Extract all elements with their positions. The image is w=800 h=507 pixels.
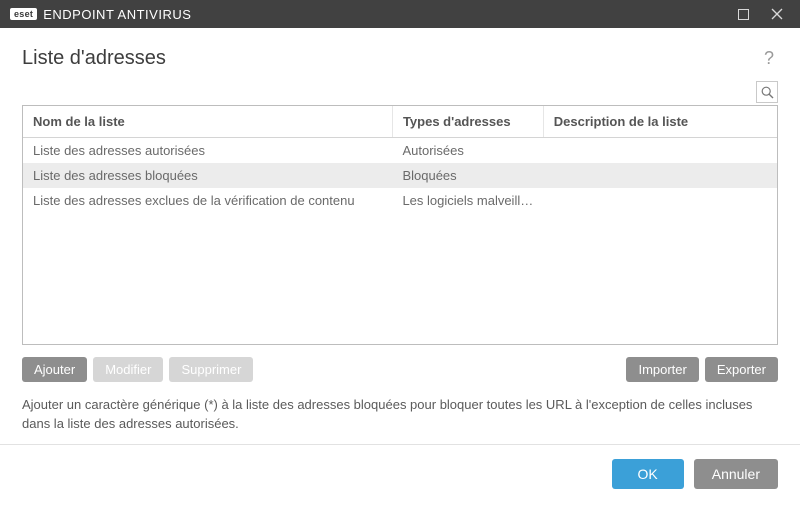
close-icon[interactable] [760,0,794,28]
search-icon[interactable] [756,81,778,103]
list-actions-row: Ajouter Modifier Supprimer Importer Expo… [22,357,778,382]
table-header-row: Nom de la liste Types d'adresses Descrip… [23,106,777,138]
import-button[interactable]: Importer [626,357,698,382]
dialog-footer: OK Annuler [0,444,800,507]
address-list-table: Nom de la liste Types d'adresses Descrip… [22,105,778,345]
ok-button[interactable]: OK [612,459,684,489]
col-name[interactable]: Nom de la liste [23,106,392,138]
table-row[interactable]: Liste des adresses autorisées Autorisées [23,138,777,164]
cell-desc [543,163,777,188]
cell-desc [543,138,777,164]
cell-name: Liste des adresses bloquées [23,163,392,188]
table-row[interactable]: Liste des adresses exclues de la vérific… [23,188,777,213]
cancel-button[interactable]: Annuler [694,459,778,489]
add-button[interactable]: Ajouter [22,357,87,382]
col-type[interactable]: Types d'adresses [392,106,543,138]
table-row[interactable]: Liste des adresses bloquées Bloquées [23,163,777,188]
col-desc[interactable]: Description de la liste [543,106,777,138]
maximize-icon[interactable] [726,0,760,28]
page-title: Liste d'adresses [22,47,166,70]
dialog-header: Liste d'adresses ? [0,28,800,81]
cell-desc [543,188,777,213]
cell-name: Liste des adresses autorisées [23,138,392,164]
cell-name: Liste des adresses exclues de la vérific… [23,188,392,213]
cell-type: Les logiciels malveillants t... [392,188,543,213]
hint-text: Ajouter un caractère générique (*) à la … [22,396,778,434]
app-title: ENDPOINT ANTIVIRUS [43,7,191,22]
export-button[interactable]: Exporter [705,357,778,382]
delete-button: Supprimer [169,357,253,382]
help-icon[interactable]: ? [760,44,778,73]
titlebar: eset ENDPOINT ANTIVIRUS [0,0,800,28]
edit-button: Modifier [93,357,163,382]
brand-badge: eset [10,8,37,20]
cell-type: Autorisées [392,138,543,164]
cell-type: Bloquées [392,163,543,188]
